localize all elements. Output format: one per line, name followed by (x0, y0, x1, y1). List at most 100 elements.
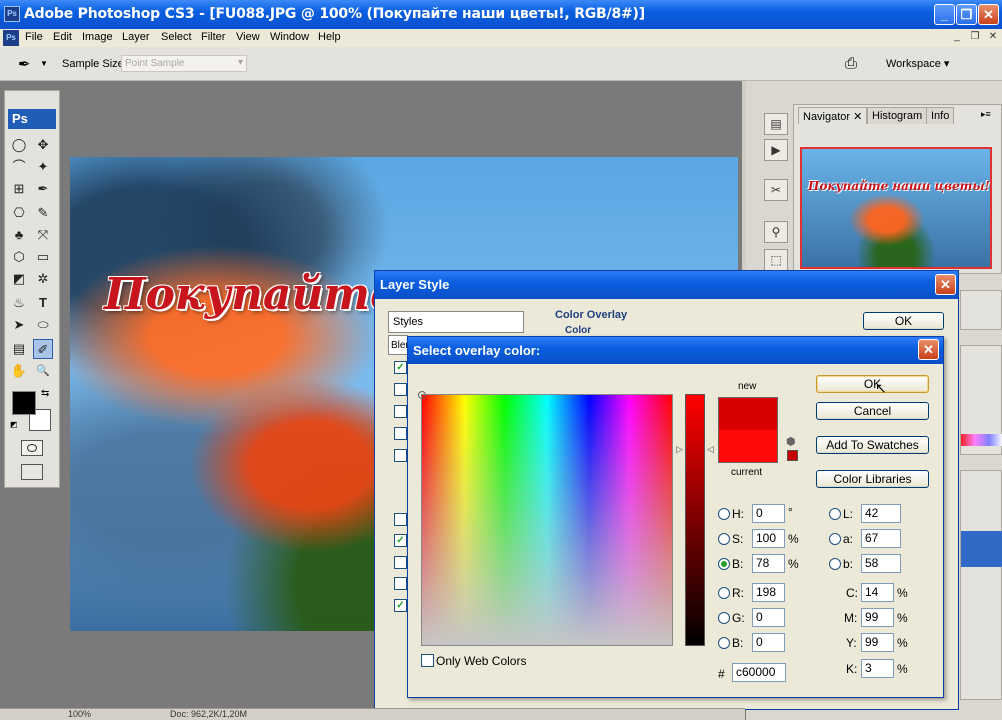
style-checkbox[interactable] (394, 405, 407, 418)
zoom-tool-icon[interactable]: 🔍 (33, 361, 53, 381)
blur-tool-icon[interactable]: ◩ (9, 269, 29, 289)
swap-colors-icon[interactable]: ⇆ (41, 388, 49, 399)
history-icon[interactable]: ▤ (764, 113, 788, 135)
color-field-marker[interactable] (418, 391, 426, 399)
menu-filter[interactable]: Filter (201, 31, 225, 43)
slider-arrow-right-icon[interactable]: ◁ (707, 444, 714, 455)
slider-arrow-left-icon[interactable]: ▷ (676, 444, 683, 455)
menu-file[interactable]: File (25, 31, 43, 43)
red-field[interactable]: 198 (752, 583, 785, 602)
menu-select[interactable]: Select (161, 31, 192, 43)
hand-tool-icon[interactable]: ✋ (9, 361, 29, 381)
red-radio[interactable] (718, 587, 730, 599)
brush-tool-icon[interactable]: ✎ (33, 203, 53, 223)
menu-view[interactable]: View (236, 31, 260, 43)
brightness-field[interactable]: 78 (752, 554, 785, 573)
doc-restore-button[interactable]: ❐ (968, 31, 982, 44)
document-icon[interactable]: Ps (3, 30, 19, 46)
menu-window[interactable]: Window (270, 31, 309, 43)
hue-slider[interactable] (685, 394, 705, 646)
menu-layer[interactable]: Layer (122, 31, 150, 43)
tool-presets-icon[interactable]: ✂ (764, 179, 788, 201)
quick-mask-icon[interactable] (21, 440, 43, 456)
style-checkbox[interactable]: ✓ (394, 361, 407, 374)
doc-close-button[interactable]: ✕ (986, 31, 1000, 44)
only-web-colors-checkbox[interactable] (421, 654, 434, 667)
brightness-radio[interactable] (718, 558, 730, 570)
add-to-swatches-button[interactable]: Add To Swatches (816, 436, 929, 454)
blue-field[interactable]: 0 (752, 633, 785, 652)
clone-stamp-icon[interactable]: ♣ (9, 225, 29, 245)
bridge-icon[interactable]: ⎙ (845, 55, 857, 72)
ok-button[interactable]: OK (816, 375, 929, 393)
color-libraries-button[interactable]: Color Libraries (816, 470, 929, 488)
style-checkbox[interactable]: ✓ (394, 599, 407, 612)
color-picker-close-button[interactable]: ✕ (918, 339, 939, 360)
magic-wand-icon[interactable]: ✦ (33, 157, 53, 177)
a-channel-radio[interactable] (829, 533, 841, 545)
path-selection-icon[interactable]: ➤ (9, 315, 29, 335)
saturation-field[interactable]: 100 (752, 529, 785, 548)
selected-layer-row[interactable] (961, 531, 1002, 567)
workspace-button[interactable]: Workspace ▾ (886, 57, 949, 70)
type-tool-icon[interactable]: T (33, 293, 53, 313)
notes-tool-icon[interactable]: ▤ (9, 339, 29, 359)
hue-radio[interactable] (718, 508, 730, 520)
style-checkbox[interactable] (394, 449, 407, 462)
menu-edit[interactable]: Edit (53, 31, 72, 43)
a-channel-field[interactable]: 67 (861, 529, 901, 548)
style-checkbox[interactable]: ✓ (394, 534, 407, 547)
clone-source-icon[interactable]: ⬚ (764, 249, 788, 271)
dodge-tool-icon[interactable]: ✲ (33, 269, 53, 289)
color-ramp[interactable] (961, 434, 1002, 446)
color-field[interactable] (418, 391, 673, 646)
gradient-tool-icon[interactable]: ▭ (33, 247, 53, 267)
green-field[interactable]: 0 (752, 608, 785, 627)
hex-field[interactable]: c60000 (732, 663, 786, 682)
tab-histogram[interactable]: Histogram (867, 107, 928, 124)
zoom-level[interactable]: 100% (68, 709, 91, 719)
lasso-tool-icon[interactable]: ⌒ (9, 157, 29, 177)
slice-tool-icon[interactable]: ✒ (33, 179, 53, 199)
doc-minimize-button[interactable]: _ (950, 31, 964, 44)
gamut-cube-icon[interactable]: ⬢ (786, 435, 796, 448)
move-tool-icon[interactable]: ✥ (33, 135, 53, 155)
tab-info[interactable]: Info (926, 107, 955, 124)
hue-field[interactable]: 0 (752, 504, 785, 523)
blue-radio[interactable] (718, 637, 730, 649)
menu-help[interactable]: Help (318, 31, 341, 43)
style-checkbox[interactable] (394, 513, 407, 526)
layer-style-ok-button[interactable]: OK (863, 312, 944, 330)
marquee-tool-icon[interactable]: ◯ (9, 135, 29, 155)
foreground-color-swatch[interactable] (12, 391, 36, 415)
gamut-swatch[interactable] (787, 450, 798, 461)
actions-icon[interactable]: ▶ (764, 139, 788, 161)
pen-tool-icon[interactable]: ♨ (9, 293, 29, 313)
history-brush-icon[interactable]: ⤧ (33, 225, 53, 245)
eyedropper-tool-icon[interactable]: ✐ (33, 339, 53, 359)
cyan-field[interactable]: 14 (861, 583, 894, 602)
default-colors-icon[interactable]: ◩ (10, 420, 18, 429)
panel-menu-icon[interactable]: ▸≡ (981, 109, 991, 120)
black-field[interactable]: 3 (861, 659, 894, 678)
screen-mode-icon[interactable] (21, 464, 43, 480)
cancel-button[interactable]: Cancel (816, 402, 929, 420)
close-button[interactable]: ✕ (978, 4, 999, 25)
brushes-icon[interactable]: ⚲ (764, 221, 788, 243)
style-checkbox[interactable] (394, 427, 407, 440)
ellipse-tool-icon[interactable]: ⬭ (33, 315, 53, 335)
styles-list-header[interactable]: Styles (388, 311, 524, 333)
b-channel-radio[interactable] (829, 558, 841, 570)
eraser-tool-icon[interactable]: ⬡ (9, 247, 29, 267)
tool-preset-chevron-icon[interactable]: ▼ (40, 59, 48, 68)
style-checkbox[interactable] (394, 556, 407, 569)
style-checkbox[interactable] (394, 383, 407, 396)
saturation-radio[interactable] (718, 533, 730, 545)
yellow-field[interactable]: 99 (861, 633, 894, 652)
minimize-button[interactable]: _ (934, 4, 955, 25)
layer-style-close-button[interactable]: ✕ (935, 274, 956, 295)
lightness-field[interactable]: 42 (861, 504, 901, 523)
magenta-field[interactable]: 99 (861, 608, 894, 627)
style-checkbox[interactable] (394, 577, 407, 590)
maximize-button[interactable]: ❐ (956, 4, 977, 25)
